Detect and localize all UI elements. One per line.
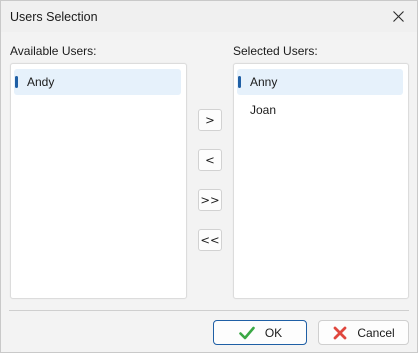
available-users-label: Available Users: — [10, 44, 97, 58]
add-all-button[interactable]: >> — [198, 189, 222, 211]
selection-indicator — [238, 76, 241, 88]
close-button[interactable] — [385, 4, 411, 28]
available-users-list[interactable]: Andy — [10, 63, 187, 299]
check-icon — [238, 324, 256, 342]
ok-button[interactable]: OK — [213, 320, 307, 345]
list-item[interactable]: Andy — [14, 69, 181, 95]
cross-icon — [332, 325, 348, 341]
remove-selected-button[interactable]: < — [198, 149, 222, 171]
cancel-button[interactable]: Cancel — [318, 320, 409, 345]
selected-users-label: Selected Users: — [233, 44, 318, 58]
title-bar: Users Selection — [1, 1, 417, 32]
list-item-label: Andy — [27, 75, 55, 89]
selected-users-list[interactable]: Anny Joan — [233, 63, 409, 299]
window-title: Users Selection — [10, 10, 98, 24]
close-icon — [392, 10, 404, 22]
ok-button-label: OK — [264, 325, 283, 340]
list-item[interactable]: Joan — [237, 97, 403, 123]
cancel-button-label: Cancel — [357, 325, 395, 340]
list-item[interactable]: Anny — [237, 69, 403, 95]
users-selection-dialog: Users Selection Available Users: Andy > … — [0, 0, 418, 353]
remove-all-button[interactable]: << — [198, 229, 222, 251]
footer-divider — [9, 310, 409, 311]
add-selected-button[interactable]: > — [198, 109, 222, 131]
list-item-label: Anny — [250, 75, 278, 89]
list-item-label: Joan — [250, 103, 277, 117]
selection-indicator — [15, 76, 18, 88]
